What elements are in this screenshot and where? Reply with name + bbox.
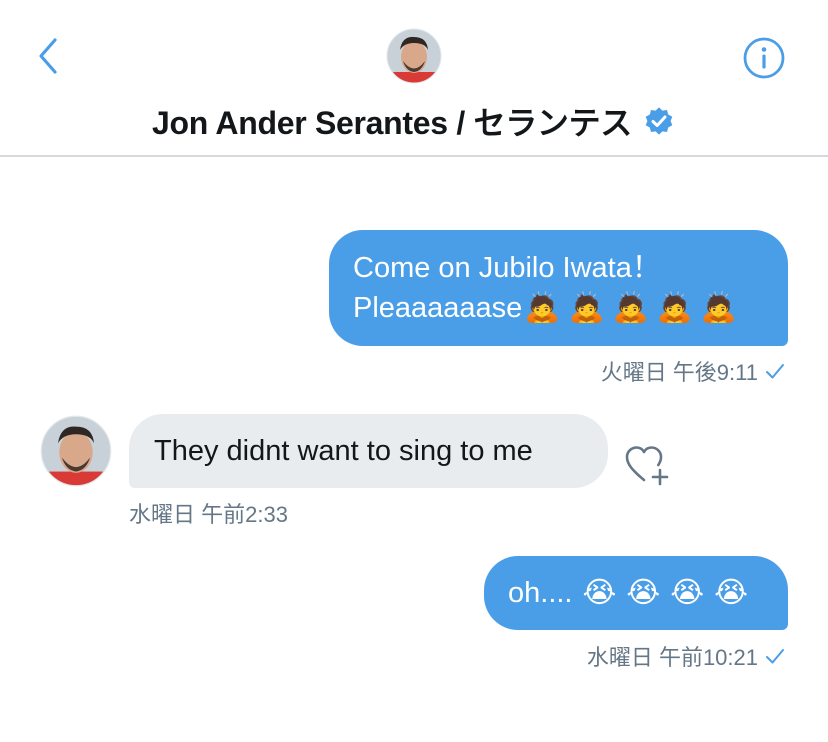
chevron-left-icon	[39, 38, 57, 74]
message-text: They didnt want to sing to me	[154, 435, 533, 467]
title-row: Jon Ander Serantes / セランテス	[0, 98, 828, 144]
verified-badge-icon	[645, 107, 673, 135]
heart-plus-icon	[625, 446, 669, 486]
bowing-emoji: 🙇	[700, 292, 737, 324]
back-button[interactable]	[28, 32, 68, 80]
crying-emoji: 😭	[670, 577, 705, 609]
conversation-title: Jon Ander Serantes / セランテス	[152, 105, 632, 141]
sent-check-icon	[766, 364, 784, 379]
sent-check-icon	[766, 649, 784, 664]
bowing-emoji: 🙇	[612, 292, 649, 324]
dm-conversation-screen: Jon Ander Serantes / セランテス Come on Jubil…	[0, 0, 828, 742]
message-timestamp: 水曜日 午前2:33	[129, 497, 288, 529]
emoji-group: 😭 😭 😭 😭	[583, 573, 749, 613]
crying-emoji: 😭	[626, 577, 661, 609]
message-text: oh....	[508, 577, 573, 609]
message-timestamp: 火曜日 午後9:11	[601, 355, 786, 387]
timestamp-text: 水曜日 午前10:21	[586, 645, 758, 670]
crying-emoji: 😭	[582, 577, 617, 609]
message-text-line: Come on Jubilo Iwata！	[353, 252, 661, 284]
conversation-info-button[interactable]	[740, 34, 788, 82]
bowing-emoji: 🙇	[524, 292, 561, 324]
timestamp-text: 火曜日 午後9:11	[600, 360, 758, 385]
info-circle-icon	[743, 37, 785, 79]
sender-avatar[interactable]	[40, 415, 112, 487]
message-text-line: oh.... 😭 😭 😭 😭	[508, 573, 788, 613]
crying-emoji: 😭	[714, 577, 749, 609]
bowing-emoji: 🙇	[568, 292, 605, 324]
add-reaction-button[interactable]	[622, 440, 672, 488]
conversation-header: Jon Ander Serantes / セランテス	[0, 0, 828, 157]
outgoing-message-bubble[interactable]: oh.... 😭 😭 😭 😭	[484, 556, 788, 630]
message-text: Pleaaaaaase	[353, 292, 523, 324]
message-text-line: Pleaaaaaase 🙇 🙇 🙇 🙇 🙇	[353, 288, 764, 328]
bowing-emoji: 🙇	[656, 292, 693, 324]
timestamp-text: 水曜日 午前2:33	[129, 502, 288, 527]
emoji-group: 🙇 🙇 🙇 🙇 🙇	[524, 288, 737, 328]
incoming-message-bubble[interactable]: They didnt want to sing to me	[129, 414, 608, 488]
message-timestamp: 水曜日 午前10:21	[587, 640, 786, 672]
header-avatar[interactable]	[386, 28, 442, 84]
outgoing-message-bubble[interactable]: Come on Jubilo Iwata！ Pleaaaaaase 🙇 🙇 🙇 …	[329, 230, 788, 346]
